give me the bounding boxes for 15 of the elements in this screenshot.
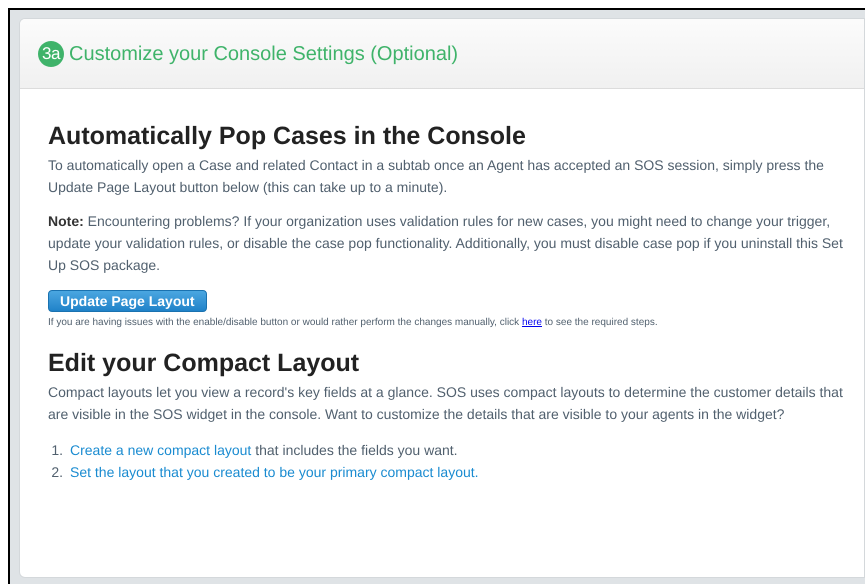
paragraph: Note: Encountering problems? If your organization uses validation rules for new cases, you might need to change your trigger, update your validation rules, or disable the case pop functionality. Additionally, you must disable case pop if you uninstall this Set Up SOS package. (48, 212, 844, 275)
panel-title: Customize your Console Settings (Optional) (69, 42, 458, 66)
step-badge: 3a (38, 40, 64, 66)
step-link[interactable]: Create a new compact layout (70, 442, 252, 458)
section-heading: Edit your Compact Layout (48, 348, 360, 378)
list-item-text: Create a new compact layout that includes the fields you want. (70, 441, 458, 460)
here-link[interactable]: here (522, 317, 542, 328)
list-number: 1. (50, 441, 64, 460)
update-page-layout-button[interactable]: Update Page Layout (48, 290, 207, 312)
paragraph: Compact layouts let you view a record's key fields at a glance. SOS uses compact layouts to determine the customer details that are visible in the SOS widget in the console. Want to customize the details that are visible to your agents in the widget? (48, 383, 844, 424)
paragraph: To automatically open a Case and related Contact in a subtab once an Agent has accepted an SOS session, simply press the Update Page Layout button below (this can take up to a minute). (48, 156, 825, 197)
help-text: If you are having issues with the enable/disable button or would rather perform the changes manually, click here to see the required steps. (48, 316, 659, 330)
step-link[interactable]: Set the layout that you created to be your primary compact layout. (70, 461, 479, 483)
list-number: 2. (50, 463, 64, 482)
section-heading: Automatically Pop Cases in the Console (48, 121, 527, 151)
